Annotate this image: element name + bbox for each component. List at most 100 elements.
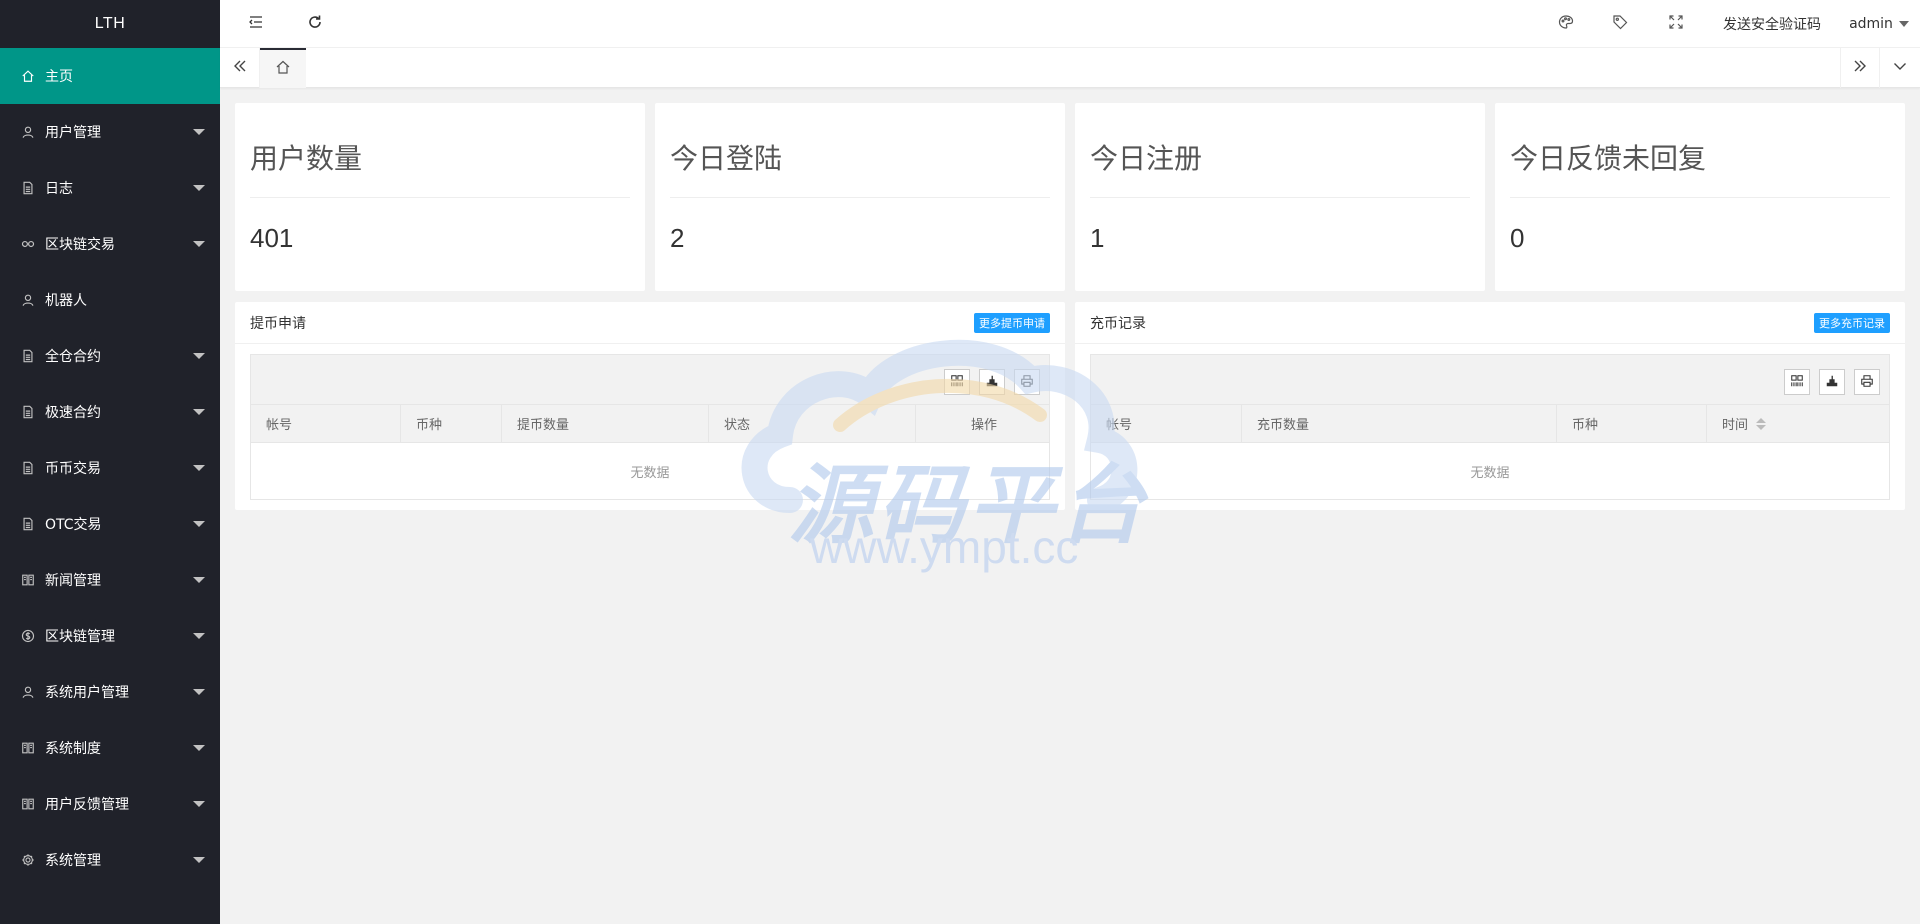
sidebar-item-label: OTC交易 — [45, 517, 102, 533]
dollar-icon — [20, 628, 36, 644]
print-icon — [1020, 373, 1034, 392]
stat-value: 401 — [250, 223, 294, 253]
top-header: 发送安全验证码 admin — [220, 0, 1920, 48]
column-header-time[interactable]: 时间 — [1707, 405, 1889, 442]
stat-card-today-register: 今日注册 1 — [1075, 103, 1485, 291]
column-header-account[interactable]: 帐号 — [251, 405, 401, 442]
collapse-sidebar-button[interactable] — [236, 0, 276, 48]
caret-down-icon — [193, 577, 205, 583]
theme-button[interactable] — [1546, 0, 1586, 48]
sidebar: LTH 主页 用户管理 日志 区块链交易 机器人 全仓合约 极速合约 币币交易 … — [0, 0, 220, 924]
user-icon — [20, 684, 36, 700]
watermark-url-text: www.ympt.cc — [810, 521, 1079, 573]
sort-icon[interactable] — [1756, 417, 1767, 430]
gear-icon — [20, 852, 36, 868]
column-header-actions[interactable]: 操作 — [916, 405, 1049, 442]
sidebar-item-blockchain-trade[interactable]: 区块链交易 — [0, 216, 220, 272]
deposit-panel: 充币记录 更多充币记录 帐号 充币数量 币种 时间 无数据 — [1075, 302, 1905, 510]
news-icon — [20, 572, 36, 588]
divider — [250, 197, 630, 198]
print-button[interactable] — [1854, 369, 1880, 395]
withdraw-table: 帐号 币种 提币数量 状态 操作 无数据 — [250, 354, 1050, 500]
stat-title: 今日注册 — [1090, 142, 1203, 175]
column-header-currency[interactable]: 币种 — [401, 405, 502, 442]
refresh-button[interactable] — [290, 0, 340, 48]
tag-button[interactable] — [1600, 0, 1640, 48]
home-icon — [20, 68, 36, 84]
print-icon — [1860, 373, 1874, 392]
sidebar-item-blockchain-manage[interactable]: 区块链管理 — [0, 608, 220, 664]
caret-down-icon — [193, 857, 205, 863]
sidebar-item-coin-trade[interactable]: 币币交易 — [0, 440, 220, 496]
stat-title: 今日反馈未回复 — [1510, 142, 1707, 175]
sidebar-item-label: 机器人 — [45, 293, 87, 309]
export-icon — [1825, 373, 1839, 392]
sidebar-item-system-users[interactable]: 系统用户管理 — [0, 664, 220, 720]
sidebar-item-label: 极速合约 — [45, 405, 101, 421]
fullscreen-icon — [1668, 14, 1684, 34]
caret-down-icon — [193, 521, 205, 527]
column-header-deposit-amount[interactable]: 充币数量 — [1242, 405, 1557, 442]
caret-down-icon — [193, 241, 205, 247]
column-header-currency[interactable]: 币种 — [1557, 405, 1707, 442]
tabs-scroll-right-button[interactable] — [1840, 48, 1880, 88]
column-header-status[interactable]: 状态 — [709, 405, 916, 442]
columns-icon — [950, 373, 964, 392]
page-tabs-bar — [220, 48, 1920, 88]
column-header-account[interactable]: 帐号 — [1091, 405, 1242, 442]
user-menu[interactable]: admin — [1846, 0, 1912, 48]
sidebar-item-news[interactable]: 新闻管理 — [0, 552, 220, 608]
table-toolbar — [251, 355, 1049, 405]
table-toolbar — [1091, 355, 1889, 405]
stat-card-users: 用户数量 401 — [235, 103, 645, 291]
caret-down-icon — [193, 465, 205, 471]
empty-state: 无数据 — [1470, 465, 1510, 481]
sidebar-item-label: 区块链交易 — [45, 237, 115, 253]
column-header-time-label: 时间 — [1722, 418, 1749, 433]
tabs-scroll-left-button[interactable] — [220, 48, 260, 88]
more-withdraw-button[interactable]: 更多提币申请 — [974, 312, 1050, 333]
sidebar-item-label: 币币交易 — [45, 461, 101, 477]
sidebar-item-label: 用户反馈管理 — [45, 797, 129, 813]
fullscreen-button[interactable] — [1656, 0, 1696, 48]
export-button[interactable] — [979, 369, 1005, 395]
username-label: admin — [1849, 16, 1893, 32]
send-security-code-link[interactable]: 发送安全验证码 — [1714, 0, 1830, 48]
sidebar-item-system-manage[interactable]: 系统管理 — [0, 832, 220, 888]
sidebar-item-label: 日志 — [45, 181, 73, 197]
file-icon — [20, 404, 36, 420]
chevron-down-icon — [1892, 58, 1908, 78]
export-button[interactable] — [1819, 369, 1845, 395]
print-button[interactable] — [1014, 369, 1040, 395]
sidebar-item-user-feedback[interactable]: 用户反馈管理 — [0, 776, 220, 832]
sidebar-item-fast-contract[interactable]: 极速合约 — [0, 384, 220, 440]
sidebar-item-cross-contract[interactable]: 全仓合约 — [0, 328, 220, 384]
sidebar-item-system-rules[interactable]: 系统制度 — [0, 720, 220, 776]
columns-filter-button[interactable] — [1784, 369, 1810, 395]
home-icon — [275, 59, 291, 79]
file-icon — [20, 348, 36, 364]
column-header-amount[interactable]: 提币数量 — [502, 405, 709, 442]
tab-home[interactable] — [260, 48, 306, 88]
double-chevron-right-icon — [1852, 58, 1868, 78]
caret-down-icon — [193, 689, 205, 695]
sidebar-item-robot[interactable]: 机器人 — [0, 272, 220, 328]
more-deposit-button[interactable]: 更多充币记录 — [1814, 312, 1890, 333]
tag-icon — [1612, 14, 1628, 34]
sidebar-item-label: 新闻管理 — [45, 573, 101, 589]
app-logo[interactable]: LTH — [0, 0, 220, 48]
panel-header: 提币申请 更多提币申请 — [235, 302, 1065, 344]
panel-title: 充币记录 — [1090, 315, 1146, 332]
sidebar-item-logs[interactable]: 日志 — [0, 160, 220, 216]
caret-down-icon — [1898, 21, 1909, 27]
sidebar-item-user-management[interactable]: 用户管理 — [0, 104, 220, 160]
tabs-menu-button[interactable] — [1880, 48, 1920, 88]
file-icon — [20, 516, 36, 532]
sidebar-item-home[interactable]: 主页 — [0, 48, 220, 104]
columns-filter-button[interactable] — [944, 369, 970, 395]
stat-card-today-login: 今日登陆 2 — [655, 103, 1065, 291]
sidebar-item-otc-trade[interactable]: OTC交易 — [0, 496, 220, 552]
stat-value: 1 — [1090, 223, 1105, 253]
caret-down-icon — [193, 409, 205, 415]
stat-card-feedback-unreplied: 今日反馈未回复 0 — [1495, 103, 1905, 291]
